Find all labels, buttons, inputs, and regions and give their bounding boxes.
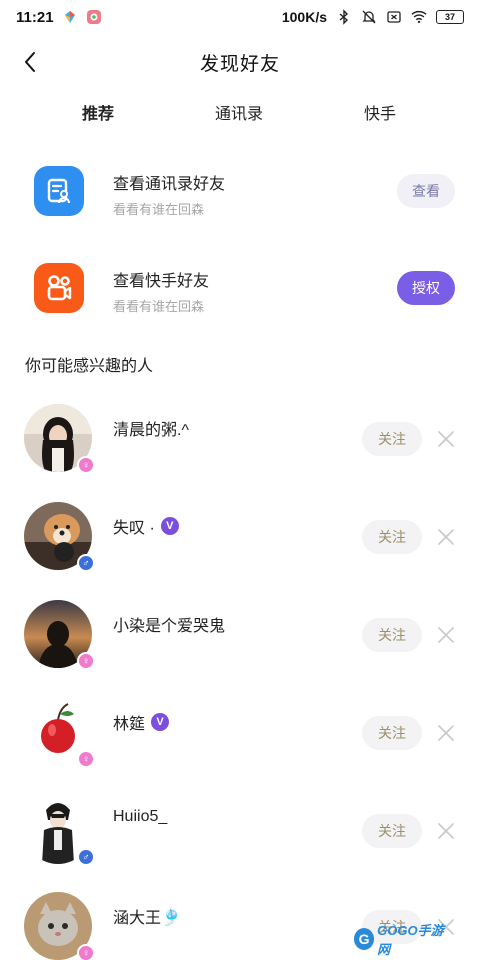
close-icon[interactable] <box>436 821 456 841</box>
chevron-left-icon <box>25 52 35 72</box>
person-name-text: 小染是个爱哭鬼 <box>113 618 226 635</box>
app-notification-icon <box>86 10 101 24</box>
male-gender-icon: ♂ <box>77 848 95 866</box>
kuaishou-icon <box>34 263 84 313</box>
header: 发现好友 <box>0 40 480 84</box>
network-speed: 100K/s <box>281 9 327 25</box>
person-name-text: 林筵 <box>113 716 146 733</box>
person-name: 涵大王🎐 <box>113 904 181 928</box>
wifi-icon <box>411 10 427 24</box>
follow-button[interactable]: 关注 <box>362 422 422 456</box>
close-icon[interactable] <box>436 429 456 449</box>
source-title: 查看快手好友 <box>113 273 210 290</box>
tab-kuaishou[interactable]: 快手 <box>364 100 396 124</box>
view-contacts-button[interactable]: 查看 <box>397 174 455 208</box>
tab-contacts[interactable]: 通讯录 <box>215 100 263 124</box>
person-row[interactable]: ♀ 小染是个爱哭鬼 关注 <box>0 600 480 690</box>
tab-label: 推荐 <box>82 106 115 123</box>
follow-button[interactable]: 关注 <box>362 716 422 750</box>
bluetooth-icon <box>339 9 349 25</box>
status-bar: 11:21 100K/s 37 <box>0 0 480 34</box>
watermark-logo: G GOGO手游网 <box>354 923 450 957</box>
source-row-kuaishou: 查看快手好友 看看有谁在回森 授权 <box>0 249 480 329</box>
authorize-kuaishou-button[interactable]: 授权 <box>397 271 455 305</box>
follow-button[interactable]: 关注 <box>362 814 422 848</box>
female-gender-icon: ♀ <box>77 456 95 474</box>
person-row[interactable]: ♂ Huiio5_ 关注 <box>0 796 480 886</box>
person-name-text: 清晨的粥.^ <box>113 422 189 439</box>
person-name-text: 失叹 · <box>113 520 155 537</box>
section-title: 你可能感兴趣的人 <box>25 358 154 375</box>
source-subtitle: 看看有谁在回森 <box>113 202 205 217</box>
person-name: 小染是个爱哭鬼 <box>113 612 225 636</box>
person-name: 清晨的粥.^ <box>113 416 189 440</box>
female-gender-icon: ♀ <box>77 652 95 670</box>
app-notification-icon <box>64 11 75 23</box>
verified-badge-icon: V <box>160 517 179 535</box>
back-button[interactable] <box>18 48 42 76</box>
page-title: 发现好友 <box>199 53 280 75</box>
tab-recommended[interactable]: 推荐 <box>82 100 115 124</box>
contacts-icon <box>34 166 84 216</box>
female-gender-icon: ♀ <box>77 750 95 768</box>
battery-level: 37 <box>444 12 455 22</box>
follow-button[interactable]: 关注 <box>362 520 422 554</box>
person-name-text: 涵大王🎐 <box>113 910 181 927</box>
source-row-contacts: 查看通讯录好友 看看有谁在回森 查看 <box>0 152 480 232</box>
mute-bell-icon <box>362 10 376 24</box>
battery-icon: 37 <box>436 10 464 24</box>
source-subtitle: 看看有谁在回森 <box>113 299 205 314</box>
person-row[interactable]: ♂ 失叹 · V 关注 <box>0 502 480 592</box>
sim-off-icon <box>387 11 401 23</box>
person-row[interactable]: ♀ 清晨的粥.^ 关注 <box>0 404 480 494</box>
watermark-text: GOGO手游网 <box>377 923 444 957</box>
close-icon[interactable] <box>436 527 456 547</box>
close-icon[interactable] <box>436 625 456 645</box>
follow-button[interactable]: 关注 <box>362 618 422 652</box>
person-row[interactable]: ♀ 林筵 V 关注 <box>0 698 480 788</box>
male-gender-icon: ♂ <box>77 554 95 572</box>
verified-badge-icon: V <box>151 713 170 731</box>
tab-bar: 推荐 通讯录 快手 <box>0 100 480 132</box>
tab-label: 快手 <box>364 106 397 123</box>
status-time: 11:21 <box>16 8 54 26</box>
person-name: 失叹 · V <box>113 514 179 538</box>
close-icon[interactable] <box>436 723 456 743</box>
source-title: 查看通讯录好友 <box>113 176 226 193</box>
person-name-text: Huiio5_ <box>113 808 168 825</box>
tab-label: 通讯录 <box>215 106 264 123</box>
person-name: Huiio5_ <box>113 808 167 826</box>
watermark-icon: G <box>354 928 375 950</box>
female-gender-icon: ♀ <box>77 944 95 960</box>
person-name: 林筵 V <box>113 710 170 734</box>
